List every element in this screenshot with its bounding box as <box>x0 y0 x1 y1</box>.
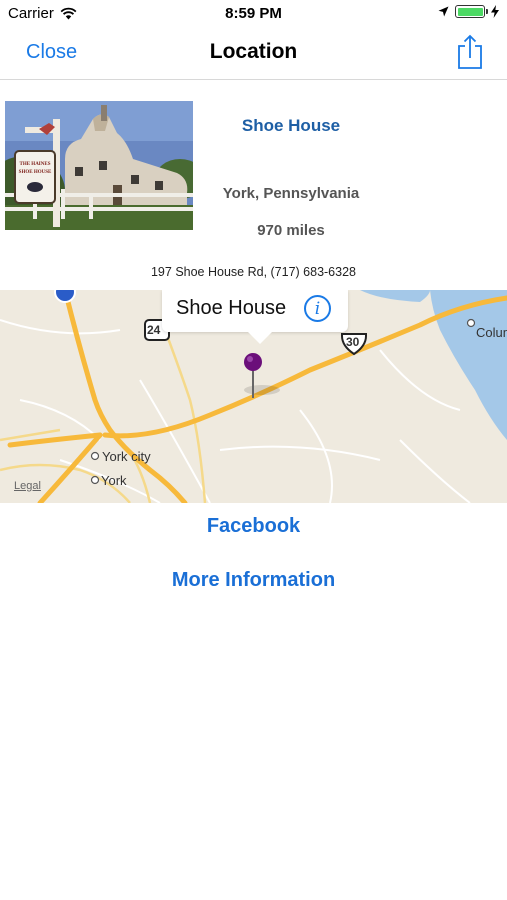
battery-fill <box>457 7 483 16</box>
status-time: 8:59 PM <box>225 5 282 22</box>
place-city: York, Pennsylvania <box>222 185 360 202</box>
status-bar: Carrier 8:59 PM <box>0 0 507 28</box>
shoe-house-image: THE HAINES SHOE HOUSE <box>5 101 193 230</box>
place-photo: THE HAINES SHOE HOUSE <box>5 101 193 230</box>
york-city-label: York city <box>102 449 151 464</box>
close-button[interactable]: Close <box>26 41 77 64</box>
york-label: York <box>101 473 127 488</box>
status-right <box>438 5 499 18</box>
more-information-button[interactable]: More Information <box>0 569 507 592</box>
share-icon[interactable] <box>455 34 485 70</box>
battery-icon <box>455 5 488 18</box>
navigation-bar: Close Location <box>0 28 507 80</box>
sign-line-1: THE HAINES <box>20 162 51 167</box>
location-arrow-icon <box>438 6 449 17</box>
route-30-label: 30 <box>346 335 360 349</box>
columbia-label: Colum <box>476 325 507 340</box>
info-icon[interactable]: i <box>304 295 331 322</box>
place-distance: 970 miles <box>257 222 325 239</box>
route-24-label: 24 <box>147 323 161 337</box>
charging-bolt-icon <box>491 5 499 18</box>
place-name: Shoe House <box>241 116 341 135</box>
map-view[interactable]: 24 30 York city York Colum Legal Shoe Ho… <box>0 290 507 503</box>
callout-title: Shoe House <box>176 297 287 319</box>
map-legal-link[interactable]: Legal <box>14 480 41 492</box>
sign-line-2: SHOE HOUSE <box>19 170 52 175</box>
place-address: 197 Shoe House Rd, (717) 683-6328 <box>150 265 356 279</box>
map-callout[interactable]: Shoe House i <box>162 290 348 344</box>
facebook-button[interactable]: Facebook <box>0 515 507 538</box>
